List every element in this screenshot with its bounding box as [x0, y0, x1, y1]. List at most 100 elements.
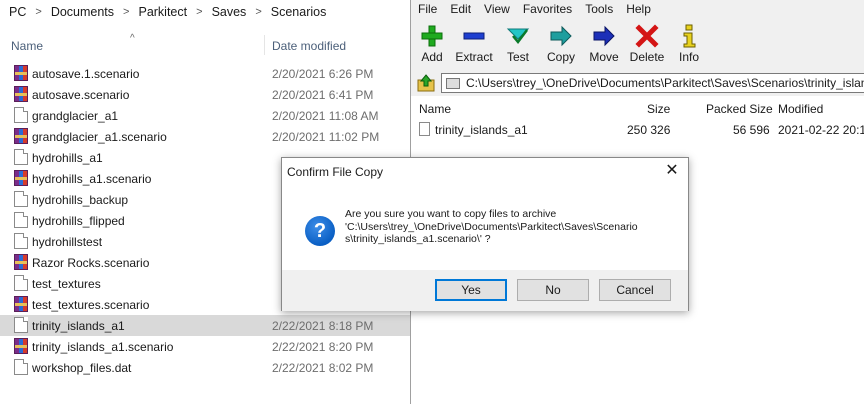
dialog-message: Are you sure you want to copy files to a…: [345, 208, 681, 246]
winrar-archive-icon: [14, 296, 28, 312]
chevron-right-icon: >: [35, 6, 42, 18]
column-header-name[interactable]: Name: [419, 102, 451, 116]
chevron-right-icon: >: [123, 6, 130, 18]
menu-view[interactable]: View: [484, 2, 510, 16]
toolbar: Add Extract Test Copy Move Delete Info: [411, 18, 864, 70]
file-row[interactable]: grandglacier_a1 2/20/2021 11:08 AM: [0, 105, 410, 126]
cancel-button[interactable]: Cancel: [599, 279, 671, 301]
document-icon: [419, 122, 430, 136]
file-row[interactable]: autosave.1.scenario 2/20/2021 6:26 PM: [0, 63, 410, 84]
breadcrumb-item-parkitect[interactable]: Parkitect: [135, 5, 190, 19]
column-header-modified[interactable]: Modified: [778, 102, 823, 116]
document-icon: [14, 191, 28, 207]
dialog-message-line: s\trinity_islands_a1.scenario\' ?: [345, 233, 491, 245]
file-date-modified: 2/22/2021 8:18 PM: [272, 319, 374, 333]
delete-icon: [635, 24, 659, 48]
info-label: Info: [678, 50, 699, 64]
dialog-body: ? Are you sure you want to copy files to…: [282, 186, 688, 270]
file-date-modified: 2/20/2021 6:41 PM: [272, 88, 374, 102]
menu-help[interactable]: Help: [626, 2, 651, 16]
document-icon: [14, 359, 28, 375]
move-icon: [593, 25, 615, 47]
winrar-archive-icon: [14, 65, 28, 81]
file-date-modified: 2/22/2021 8:20 PM: [272, 340, 374, 354]
file-row[interactable]: workshop_files.dat 2/22/2021 8:02 PM: [0, 357, 410, 378]
file-row[interactable]: autosave.scenario 2/20/2021 6:41 PM: [0, 84, 410, 105]
file-date-modified: 2/22/2021 8:02 PM: [272, 361, 374, 375]
file-date-modified: 2/20/2021 6:26 PM: [272, 67, 374, 81]
confirm-file-copy-dialog: Confirm File Copy ✕ ? Are you sure you w…: [281, 157, 689, 311]
menu-tools[interactable]: Tools: [585, 2, 613, 16]
winrar-archive-icon: [14, 128, 28, 144]
breadcrumb[interactable]: PC > Documents > Parkitect > Saves > Sce…: [0, 0, 410, 24]
desktop: PC > Documents > Parkitect > Saves > Sce…: [0, 0, 864, 404]
column-header-packed-size[interactable]: Packed Size: [706, 102, 773, 116]
dialog-footer: Yes No Cancel: [282, 270, 688, 311]
document-icon: [14, 149, 28, 165]
breadcrumb-item-pc[interactable]: PC: [6, 5, 29, 19]
menu-edit[interactable]: Edit: [450, 2, 471, 16]
drive-icon: [446, 77, 460, 89]
dialog-title: Confirm File Copy: [287, 165, 384, 179]
no-button[interactable]: No: [517, 279, 589, 301]
column-header-date-modified[interactable]: Date modified: [272, 39, 346, 53]
file-name: hydrohillstest: [32, 235, 103, 249]
file-name: test_textures: [32, 277, 101, 291]
breadcrumb-item-saves[interactable]: Saves: [209, 5, 250, 19]
extract-button[interactable]: Extract: [449, 22, 499, 68]
up-folder-icon[interactable]: [417, 74, 435, 92]
file-name: test_textures.scenario: [32, 298, 150, 312]
archive-row-modified: 2021-02-22 20:18: [778, 123, 864, 137]
file-name: hydrohills_flipped: [32, 214, 125, 228]
menu-file[interactable]: File: [418, 2, 437, 16]
file-date-modified: 2/20/2021 11:08 AM: [272, 109, 379, 123]
dialog-message-line: 'C:\Users\trey_\OneDrive\Documents\Parki…: [345, 220, 638, 233]
document-icon: [14, 275, 28, 291]
file-name: trinity_islands_a1.scenario: [32, 340, 174, 354]
file-date-modified: 2/20/2021 11:02 PM: [272, 130, 380, 144]
address-path: C:\Users\trey_\OneDrive\Documents\Parkit…: [466, 76, 864, 90]
file-name: Razor Rocks.scenario: [32, 256, 150, 270]
dialog-message-line: Are you sure you want to copy files to a…: [345, 208, 557, 220]
extract-icon: [463, 32, 485, 40]
column-divider[interactable]: [264, 35, 265, 55]
file-name: hydrohills_backup: [32, 193, 129, 207]
archive-file-list: trinity_islands_a1 250 326 56 596 2021-0…: [411, 120, 864, 140]
column-header-size[interactable]: Size: [647, 102, 670, 116]
column-header-name[interactable]: Name: [11, 39, 43, 53]
file-name: hydrohills_a1.scenario: [32, 172, 152, 186]
info-button[interactable]: Info: [664, 22, 714, 68]
yes-button[interactable]: Yes: [435, 279, 507, 301]
breadcrumb-item-scenarios[interactable]: Scenarios: [268, 5, 330, 19]
document-icon: [14, 317, 28, 333]
column-header-row: Name ^ Date modified: [0, 33, 410, 57]
file-name: trinity_islands_a1: [32, 319, 125, 333]
breadcrumb-item-documents[interactable]: Documents: [48, 5, 117, 19]
winrar-archive-icon: [14, 86, 28, 102]
file-row[interactable]: trinity_islands_a1 2/22/2021 8:18 PM: [0, 315, 410, 336]
file-name: grandglacier_a1.scenario: [32, 130, 167, 144]
file-name: autosave.1.scenario: [32, 67, 140, 81]
file-row[interactable]: trinity_islands_a1.scenario 2/22/2021 8:2…: [0, 336, 410, 357]
winrar-archive-icon: [14, 254, 28, 270]
menu-bar: File Edit View Favorites Tools Help: [411, 0, 864, 18]
document-icon: [14, 107, 28, 123]
archive-row-name: trinity_islands_a1: [435, 123, 528, 137]
chevron-right-icon: >: [255, 6, 262, 18]
add-icon: [421, 25, 443, 47]
address-field[interactable]: C:\Users\trey_\OneDrive\Documents\Parkit…: [441, 73, 864, 93]
file-name: workshop_files.dat: [32, 361, 132, 375]
document-icon: [14, 233, 28, 249]
dialog-titlebar[interactable]: Confirm File Copy ✕: [282, 158, 688, 186]
file-name: autosave.scenario: [32, 88, 130, 102]
menu-favorites[interactable]: Favorites: [523, 2, 572, 16]
archive-row[interactable]: trinity_islands_a1 250 326 56 596 2021-0…: [411, 120, 864, 140]
address-bar: C:\Users\trey_\OneDrive\Documents\Parkit…: [411, 70, 864, 96]
extract-label: Extract: [455, 50, 493, 64]
close-icon[interactable]: ✕: [664, 163, 680, 179]
info-icon: [683, 24, 696, 48]
copy-icon: [550, 25, 572, 47]
archive-row-packed-size: 56 596: [733, 123, 770, 137]
file-row[interactable]: grandglacier_a1.scenario 2/20/2021 11:02 …: [0, 126, 410, 147]
sort-ascending-icon: ^: [130, 33, 135, 44]
